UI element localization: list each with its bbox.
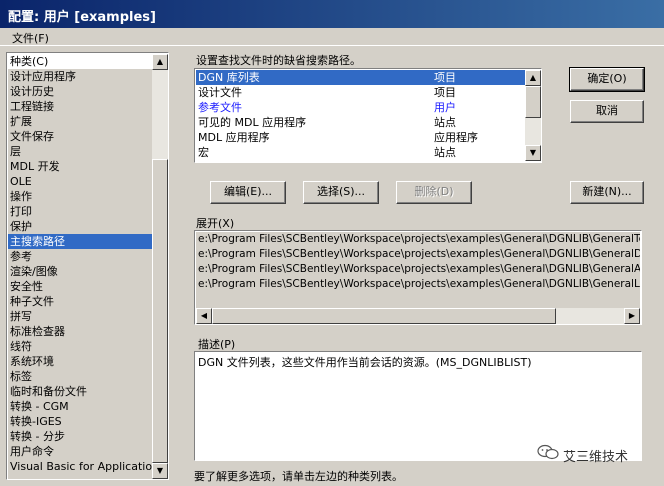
category-item[interactable]: 转换-IGES [8,414,152,429]
category-item[interactable]: 文件保存 [8,129,152,144]
search-path-name: 宏 [198,146,209,159]
expand-row[interactable]: e:\Program Files\SCBentley\Workspace\pro… [196,262,640,277]
category-item[interactable]: Visual Basic for Applications [8,459,152,474]
category-scrollbar[interactable]: ▲ ▼ [152,54,168,479]
category-item[interactable]: OLE [8,174,152,189]
right-arrow-icon[interactable]: ▶ [624,308,640,324]
new-button[interactable]: 新建(N)... [570,181,644,204]
menu-file[interactable]: 文件(F) [12,30,49,46]
expand-list[interactable]: e:\Program Files\SCBentley\Workspace\pro… [194,230,642,325]
search-path-name: 参考文件 [198,101,242,114]
category-item[interactable]: 扩展 [8,114,152,129]
search-path-row[interactable]: 宏 站点 [196,145,526,160]
category-item[interactable]: 系统环境 [8,354,152,369]
path-scrollbar[interactable]: ▲ ▼ [525,70,541,161]
search-path-name: 可见的 MDL 应用程序 [198,116,307,129]
expand-scroll-thumb[interactable] [212,308,556,324]
category-item[interactable]: 设计应用程序 [8,69,152,84]
cancel-button[interactable]: 取消 [570,100,644,123]
ok-button[interactable]: 确定(O) [569,67,645,92]
category-item[interactable]: 打印 [8,204,152,219]
category-item[interactable]: 标签 [8,369,152,384]
category-item[interactable]: 保护 [8,219,152,234]
expand-list-items: e:\Program Files\SCBentley\Workspace\pro… [196,232,640,308]
title-bar: 配置: 用户 [examples] [0,0,664,28]
menu-bar: 文件(F) [0,28,664,46]
expand-row[interactable]: e:\Program Files\SCBentley\Workspace\pro… [196,232,640,247]
expand-hscrollbar[interactable]: ◀ ▶ [196,308,640,324]
category-item[interactable]: 安全性 [8,279,152,294]
search-path-row[interactable]: 参考文件 用户 [196,100,526,115]
category-list[interactable]: 种类(C) 设计应用程序 设计历史 工程链接 扩展 文件保存层 MDL 开发 OLE 操作 打印… [6,52,169,480]
category-item[interactable]: 参考 [8,249,152,264]
category-item[interactable]: 拼写 [8,309,152,324]
category-item[interactable]: MDL 开发 [8,159,152,174]
search-path-name: 设计文件 [198,86,242,99]
category-item[interactable]: 线符 [8,339,152,354]
category-item[interactable]: 设计历史 [8,84,152,99]
search-path-type: 项目 [434,86,456,99]
description-label: 描述(P) [198,338,236,351]
search-path-row[interactable]: 设计文件 项目 [196,85,526,100]
down-arrow-icon[interactable]: ▼ [152,463,168,479]
category-item[interactable]: 工程链接 [8,99,152,114]
select-button[interactable]: 选择(S)... [303,181,379,204]
description-box: DGN 文件列表，这些文件用作当前会话的资源。(MS_DGNLIBLIST) [194,351,642,461]
category-item[interactable]: 渲染/图像 [8,264,152,279]
delete-button[interactable]: 删除(D) [396,181,472,204]
expand-label: 展开(X) [196,217,235,230]
wechat-icon [537,444,559,460]
search-path-row[interactable]: 可见的 MDL 应用程序 站点 [196,115,526,130]
category-item[interactable]: 用户命令 [8,444,152,459]
category-list-items: 种类(C) 设计应用程序 设计历史 工程链接 扩展 文件保存层 MDL 开发 OLE 操作 打印… [8,54,152,479]
search-path-type: 应用程序 [434,131,478,144]
category-item[interactable]: 标准检查器 [8,324,152,339]
search-path-type: 站点 [434,146,456,159]
left-arrow-icon[interactable]: ◀ [196,308,212,324]
category-item[interactable]: 临时和备份文件 [8,384,152,399]
search-path-type: 站点 [434,116,456,129]
category-item[interactable]: 操作 [8,189,152,204]
path-scroll-thumb[interactable] [525,86,541,118]
up-arrow-icon[interactable]: ▲ [152,54,168,70]
category-item[interactable]: 转换 - 分步 [8,429,152,444]
window-title: 配置: 用户 [examples] [8,10,156,25]
description-text: DGN 文件列表，这些文件用作当前会话的资源。(MS_DGNLIBLIST) [198,356,532,369]
search-path-type: 用户 [434,101,456,114]
watermark-text: 艾三维技术 [563,450,629,465]
up-arrow-icon[interactable]: ▲ [525,70,541,86]
search-path-row[interactable]: MDL 应用程序 应用程序 [196,130,526,145]
category-header: 种类(C) [8,54,152,69]
category-item[interactable]: 转换 - CGM [8,399,152,414]
search-path-row[interactable]: DGN 库列表 项目 [196,70,526,85]
category-item[interactable]: 主搜索路径 [8,234,152,249]
down-arrow-icon[interactable]: ▼ [525,145,541,161]
category-item[interactable]: 层 [8,144,152,159]
expand-row[interactable]: e:\Program Files\SCBentley\Workspace\pro… [196,247,640,262]
search-path-name: DGN 库列表 [198,71,260,84]
expand-row[interactable]: e:\Program Files\SCBentley\Workspace\pro… [196,277,640,292]
category-item[interactable]: 种子文件 [8,294,152,309]
edit-button[interactable]: 编辑(E)... [210,181,286,204]
status-hint: 要了解更多选项，请单击左边的种类列表。 [194,470,403,483]
search-path-list[interactable]: 宏站点 MDL 应用程序 应用程序 可见的 MDL 应用程序 站点 参考文件 用户 设计文件项… [194,68,542,163]
search-path-name: MDL 应用程序 [198,131,270,144]
search-path-type: 项目 [434,71,456,84]
search-path-label: 设置查找文件时的缺省搜索路径。 [196,54,361,67]
category-scroll-thumb[interactable] [152,159,168,463]
